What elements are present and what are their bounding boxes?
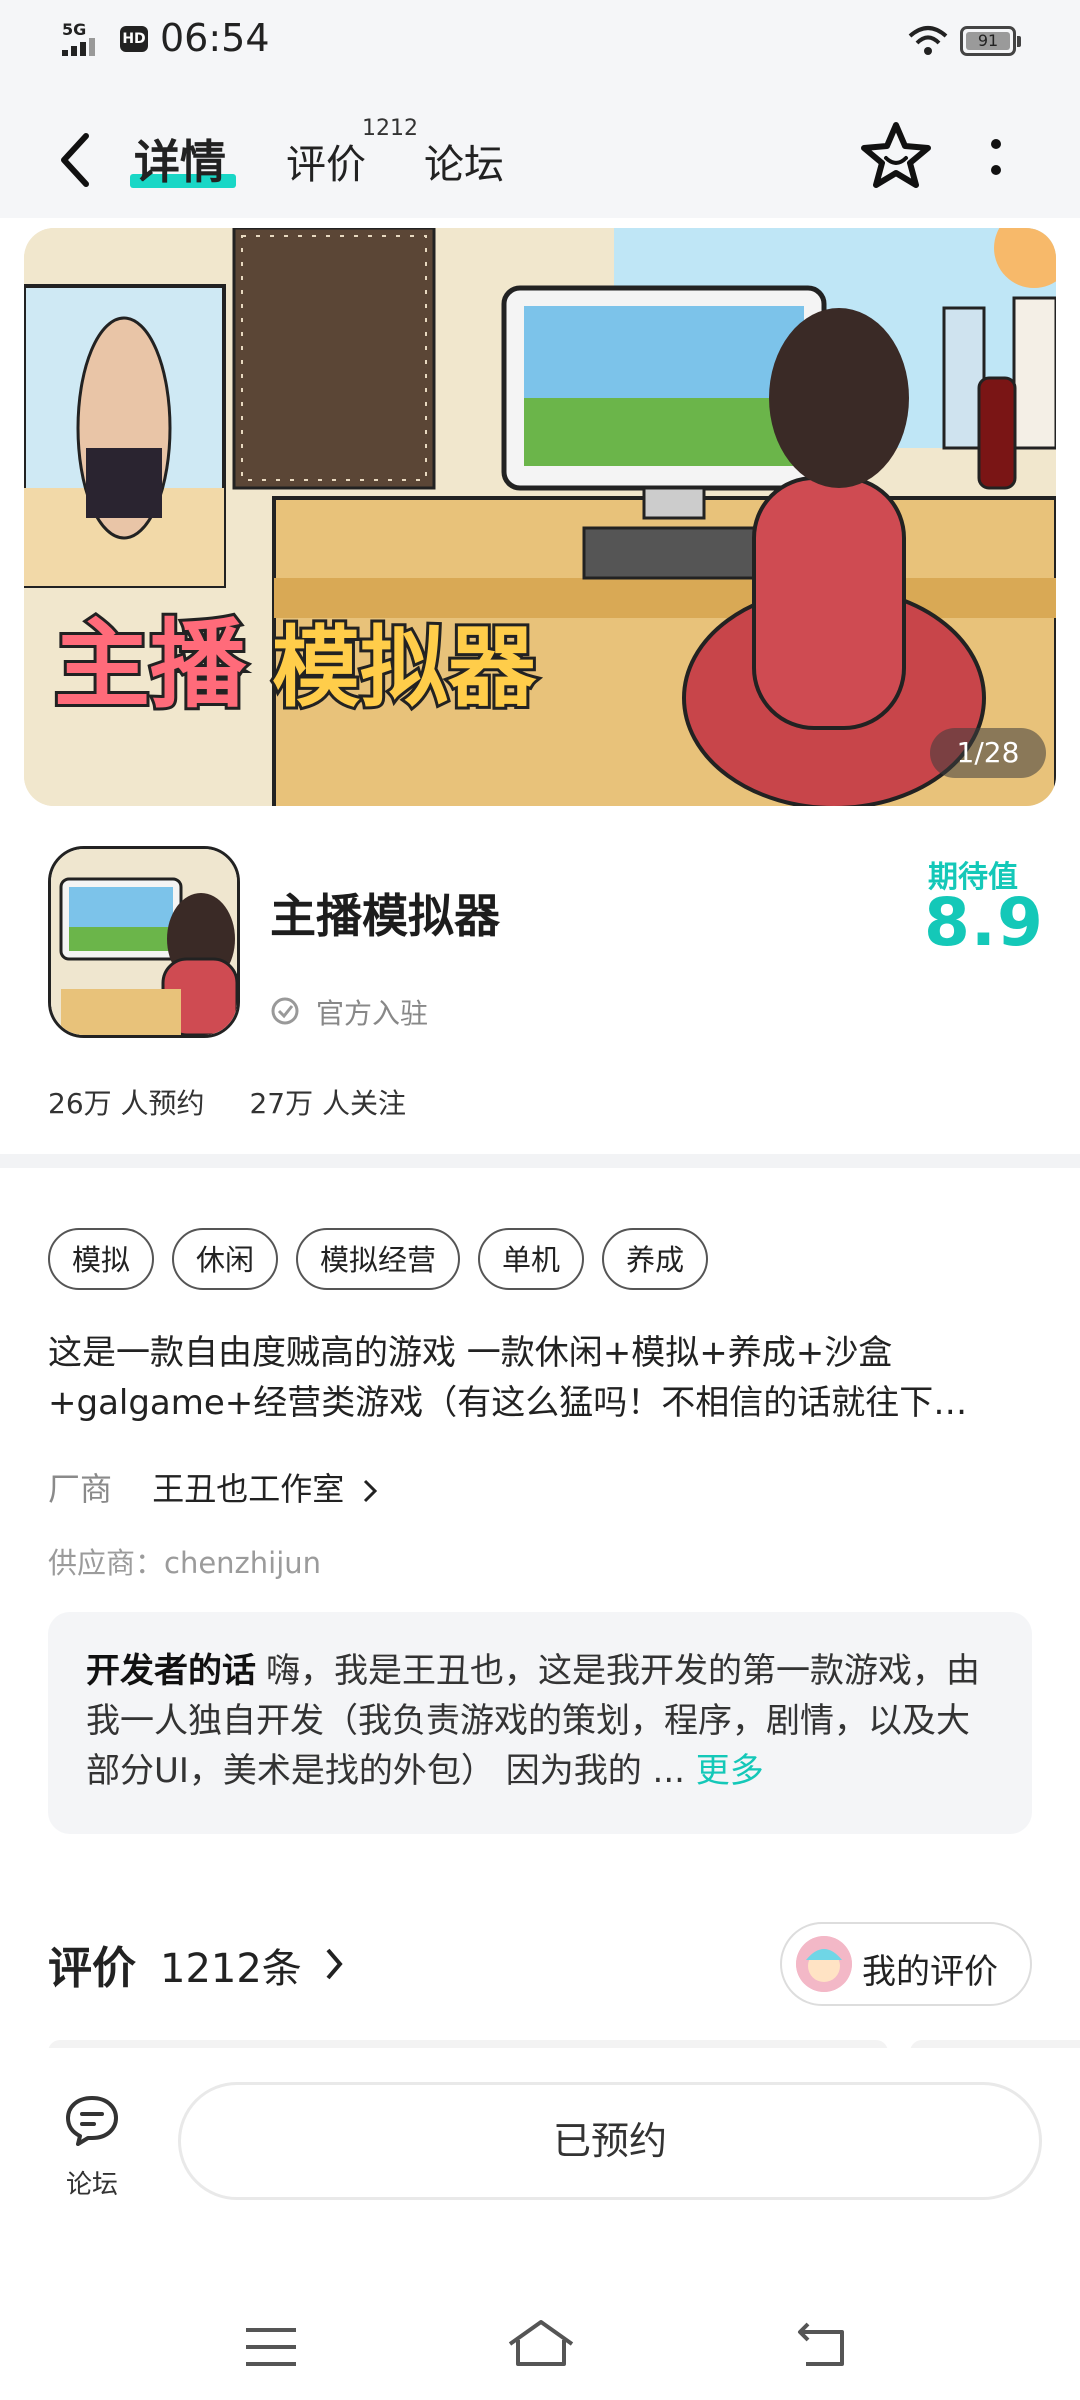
star-icon[interactable] xyxy=(860,120,932,188)
tab-details[interactable]: 详情 xyxy=(134,126,226,192)
banner-carousel[interactable]: 主播 模拟器 xyxy=(24,228,1056,806)
vendor-label: 厂商 xyxy=(48,1470,113,1508)
game-description[interactable]: 这是一款自由度贼高的游戏 一款休闲+模拟+养成+沙盒+galgame+经营类游戏… xyxy=(48,1328,1038,1428)
reserved-button[interactable]: 已预约 xyxy=(178,2082,1042,2200)
tag-chip[interactable]: 模拟经营 xyxy=(296,1228,461,1290)
status-bar: 5G HD 06:54 91 xyxy=(0,0,1080,82)
clock: 06:54 xyxy=(160,16,270,60)
svg-text:主播: 主播 xyxy=(54,609,247,721)
chevron-right-icon[interactable] xyxy=(322,1946,346,1982)
forum-label[interactable]: 论坛 xyxy=(66,2164,118,2201)
app-icon xyxy=(48,846,240,1038)
hd-icon: HD xyxy=(120,26,148,52)
tab-forum[interactable]: 论坛 xyxy=(424,132,504,190)
reservation-count: 26万 人预约 xyxy=(48,1087,205,1120)
back-nav-icon[interactable] xyxy=(796,2320,850,2368)
my-review-button[interactable]: 我的评价 xyxy=(780,1922,1032,2006)
follower-count: 27万 人关注 xyxy=(249,1087,406,1120)
menu-icon[interactable] xyxy=(244,2326,298,2368)
battery-level: 91 xyxy=(966,32,1010,50)
chevron-right-icon xyxy=(364,1479,378,1503)
supplier-info: 供应商：chenzhijun xyxy=(48,1546,322,1580)
check-circle-icon xyxy=(271,997,299,1025)
official-label: 官方入驻 xyxy=(316,997,429,1030)
carousel-page-indicator: 1/28 xyxy=(930,728,1046,778)
banner-image: 主播 模拟器 xyxy=(24,228,1056,806)
tag-chip[interactable]: 单机 xyxy=(478,1228,585,1290)
more-icon[interactable] xyxy=(984,134,1008,186)
tab-reviews[interactable]: 评价 xyxy=(286,132,366,190)
signal-icon xyxy=(62,38,95,56)
vendor-row[interactable]: 厂商 王丑也工作室 xyxy=(48,1464,380,1510)
battery-icon: 91 xyxy=(960,26,1021,56)
avatar xyxy=(796,1936,852,1992)
expectation-score: 8.9 xyxy=(924,884,1044,961)
reviews-count-badge: 1212 xyxy=(362,116,418,141)
reviews-count[interactable]: 1212条 xyxy=(160,1936,302,1994)
wifi-icon xyxy=(908,26,948,55)
home-icon[interactable] xyxy=(506,2318,576,2368)
tag-list: 模拟 休闲 模拟经营 单机 养成 xyxy=(48,1228,709,1290)
developer-note: 开发者的话 嗨，我是王丑也，这是我开发的第一款游戏，由我一人独自开发（我负责游戏的… xyxy=(86,1646,996,1796)
developer-note-heading: 开发者的话 xyxy=(86,1651,256,1691)
app-title: 主播模拟器 xyxy=(270,889,500,943)
back-icon[interactable] xyxy=(56,132,96,188)
more-link[interactable]: 更多 xyxy=(696,1751,764,1791)
my-review-label: 我的评价 xyxy=(862,1952,998,1992)
forum-icon[interactable] xyxy=(62,2092,122,2148)
section-divider xyxy=(0,1154,1080,1168)
reviews-heading: 评价 xyxy=(48,1943,136,1994)
tag-chip[interactable]: 养成 xyxy=(602,1228,709,1290)
system-nav-bar xyxy=(0,2288,1080,2400)
vendor-name: 王丑也工作室 xyxy=(152,1470,345,1508)
tag-chip[interactable]: 休闲 xyxy=(172,1228,279,1290)
stats-row: 26万 人预约 27万 人关注 xyxy=(48,1082,442,1122)
tag-chip[interactable]: 模拟 xyxy=(48,1228,155,1290)
svg-text:模拟器: 模拟器 xyxy=(272,616,537,719)
